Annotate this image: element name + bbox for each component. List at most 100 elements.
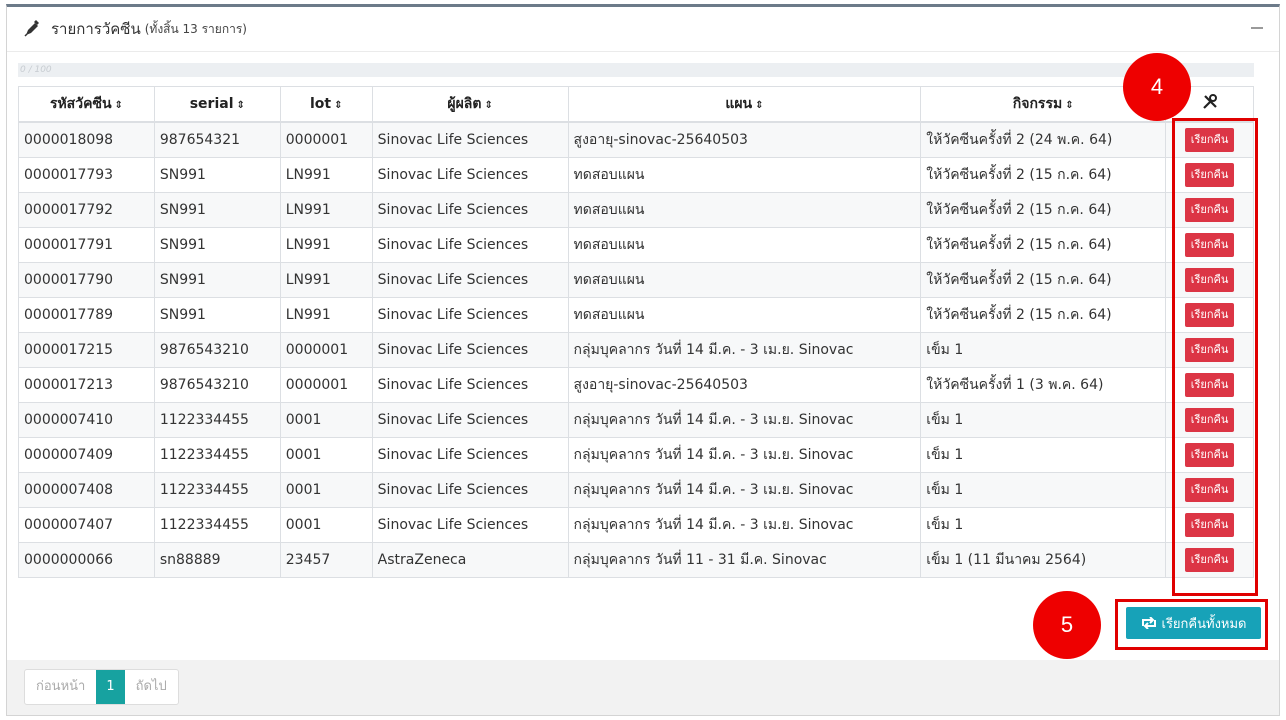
cell-code: 0000017792: [18, 191, 155, 228]
cell-lot: 0000001: [279, 121, 373, 158]
cell-serial: 1122334455: [153, 401, 281, 438]
cell-plan: กลุ่มบุคลากร วันที่ 14 มี.ค. - 3 เม.ย. S…: [567, 401, 922, 438]
table-row: 0000017793 SN991 LN991 Sinovac Life Science…: [18, 156, 1254, 193]
cell-activity: เข็ม 1: [920, 506, 1167, 543]
panel-title: รายการวัคซีน: [51, 20, 141, 38]
cell-code: 0000007407: [18, 506, 155, 543]
column-header-serial[interactable]: serial ⇕: [153, 86, 281, 123]
cell-lot: 0001: [279, 506, 373, 543]
tools-icon: [1202, 94, 1217, 109]
cell-code: 0000017793: [18, 156, 155, 193]
cell-lot: 0001: [279, 471, 373, 508]
cell-lot: 23457: [279, 541, 373, 578]
cell-lot: 0000001: [279, 331, 373, 368]
collapse-icon[interactable]: [1251, 27, 1263, 29]
sort-icon: ⇕: [1065, 100, 1074, 111]
progress-text: 0 / 100: [20, 65, 52, 75]
cell-code: 0000017213: [18, 366, 155, 403]
cell-activity: เข็ม 1 (11 มีนาคม 2564): [920, 541, 1167, 578]
cell-plan: กลุ่มบุคลากร วันที่ 11 - 31 มี.ค. Sinova…: [567, 541, 922, 578]
table-row: 0000017213 9876543210 0000001 Sinovac Life …: [18, 366, 1254, 403]
cell-code: 0000017790: [18, 261, 155, 298]
cell-activity: เข็ม 1: [920, 436, 1167, 473]
cell-activity: เข็ม 1: [920, 471, 1167, 508]
cell-manufacturer: Sinovac Life Sciences: [371, 366, 569, 403]
cell-manufacturer: AstraZeneca: [371, 541, 569, 578]
column-header-lot[interactable]: lot ⇕: [279, 86, 373, 123]
cell-serial: 987654321: [153, 121, 281, 158]
recall-all-button[interactable]: เรียกคืนทั้งหมด: [1126, 607, 1261, 639]
cell-manufacturer: Sinovac Life Sciences: [371, 471, 569, 508]
table-row: 0000007409 1122334455 0001 Sinovac Life Sci…: [18, 436, 1254, 473]
cell-plan: ทดสอบแผน: [567, 191, 922, 228]
callout-4: 4: [1123, 53, 1191, 121]
cell-code: 0000000066: [18, 541, 155, 578]
table-header-row: รหัสวัคซีน ⇕ serial ⇕ lot ⇕ ผู้ผลิต ⇕ แผน ⇕ ก…: [18, 86, 1254, 123]
cell-serial: 9876543210: [153, 366, 281, 403]
cell-activity: ให้วัคซีนครั้งที่ 2 (15 ก.ค. 64): [920, 226, 1167, 263]
cell-code: 0000007408: [18, 471, 155, 508]
cell-activity: ให้วัคซีนครั้งที่ 2 (15 ก.ค. 64): [920, 296, 1167, 333]
cell-code: 0000017789: [18, 296, 155, 333]
panel-footer: [7, 660, 1279, 715]
cell-lot: LN991: [279, 296, 373, 333]
table-row: 0000017791 SN991 LN991 Sinovac Life Science…: [18, 226, 1254, 263]
column-header-manufacturer[interactable]: ผู้ผลิต ⇕: [371, 86, 569, 123]
pagination-prev[interactable]: ก่อนหน้า: [25, 670, 96, 704]
table-row: 0000000066 sn88889 23457 AstraZeneca กลุ่มบุ…: [18, 541, 1254, 578]
table-row: 0000007410 1122334455 0001 Sinovac Life Sci…: [18, 401, 1254, 438]
cell-manufacturer: Sinovac Life Sciences: [371, 121, 569, 158]
cell-plan: ทดสอบแผน: [567, 296, 922, 333]
cell-plan: กลุ่มบุคลากร วันที่ 14 มี.ค. - 3 เม.ย. S…: [567, 506, 922, 543]
cell-serial: 1122334455: [153, 506, 281, 543]
pencil-icon: [24, 20, 39, 37]
cell-lot: LN991: [279, 191, 373, 228]
sort-icon: ⇕: [114, 100, 123, 111]
table-row: 0000017792 SN991 LN991 Sinovac Life Science…: [18, 191, 1254, 228]
cell-serial: SN991: [153, 156, 281, 193]
cell-plan: กลุ่มบุคลากร วันที่ 14 มี.ค. - 3 เม.ย. S…: [567, 436, 922, 473]
cell-serial: SN991: [153, 226, 281, 263]
panel-subtitle: (ทั้งสิ้น 13 รายการ): [144, 21, 247, 36]
cell-serial: 1122334455: [153, 436, 281, 473]
callout-5: 5: [1033, 591, 1101, 659]
table-row: 0000018098 987654321 0000001 Sinovac Life S…: [18, 121, 1254, 158]
vaccine-table: รหัสวัคซีน ⇕ serial ⇕ lot ⇕ ผู้ผลิต ⇕ แผน ⇕ ก…: [18, 86, 1254, 578]
recall-buttons-highlight: [1172, 118, 1258, 596]
pagination-next[interactable]: ถัดไป: [125, 670, 178, 704]
cell-plan: ทดสอบแผน: [567, 261, 922, 298]
cell-plan: กลุ่มบุคลากร วันที่ 14 มี.ค. - 3 เม.ย. S…: [567, 471, 922, 508]
cell-serial: sn88889: [153, 541, 281, 578]
pagination-page-1[interactable]: 1: [96, 670, 125, 704]
cell-serial: SN991: [153, 296, 281, 333]
cell-activity: ให้วัคซีนครั้งที่ 2 (15 ก.ค. 64): [920, 261, 1167, 298]
sort-icon: ⇕: [236, 100, 245, 111]
cell-code: 0000007409: [18, 436, 155, 473]
cell-manufacturer: Sinovac Life Sciences: [371, 226, 569, 263]
cell-plan: ทดสอบแผน: [567, 156, 922, 193]
cell-activity: เข็ม 1: [920, 401, 1167, 438]
cell-activity: เข็ม 1: [920, 331, 1167, 368]
table-row: 0000017215 9876543210 0000001 Sinovac Life …: [18, 331, 1254, 368]
cell-plan: สูงอายุ-sinovac-25640503: [567, 366, 922, 403]
sort-icon: ⇕: [334, 100, 343, 111]
pagination: ก่อนหน้า 1 ถัดไป: [24, 669, 179, 705]
retweet-icon: [1141, 617, 1156, 629]
sort-icon: ⇕: [755, 100, 764, 111]
cell-plan: ทดสอบแผน: [567, 226, 922, 263]
sort-icon: ⇕: [484, 100, 493, 111]
recall-all-label: เรียกคืนทั้งหมด: [1161, 616, 1247, 632]
cell-manufacturer: Sinovac Life Sciences: [371, 436, 569, 473]
table-row: 0000017790 SN991 LN991 Sinovac Life Science…: [18, 261, 1254, 298]
cell-lot: LN991: [279, 226, 373, 263]
column-header-code[interactable]: รหัสวัคซีน ⇕: [18, 86, 155, 123]
cell-manufacturer: Sinovac Life Sciences: [371, 401, 569, 438]
cell-manufacturer: Sinovac Life Sciences: [371, 331, 569, 368]
cell-lot: 0001: [279, 436, 373, 473]
cell-serial: SN991: [153, 261, 281, 298]
cell-lot: 0001: [279, 401, 373, 438]
progress-bar: 0 / 100: [18, 63, 1254, 77]
cell-lot: LN991: [279, 261, 373, 298]
cell-manufacturer: Sinovac Life Sciences: [371, 296, 569, 333]
column-header-plan[interactable]: แผน ⇕: [567, 86, 922, 123]
